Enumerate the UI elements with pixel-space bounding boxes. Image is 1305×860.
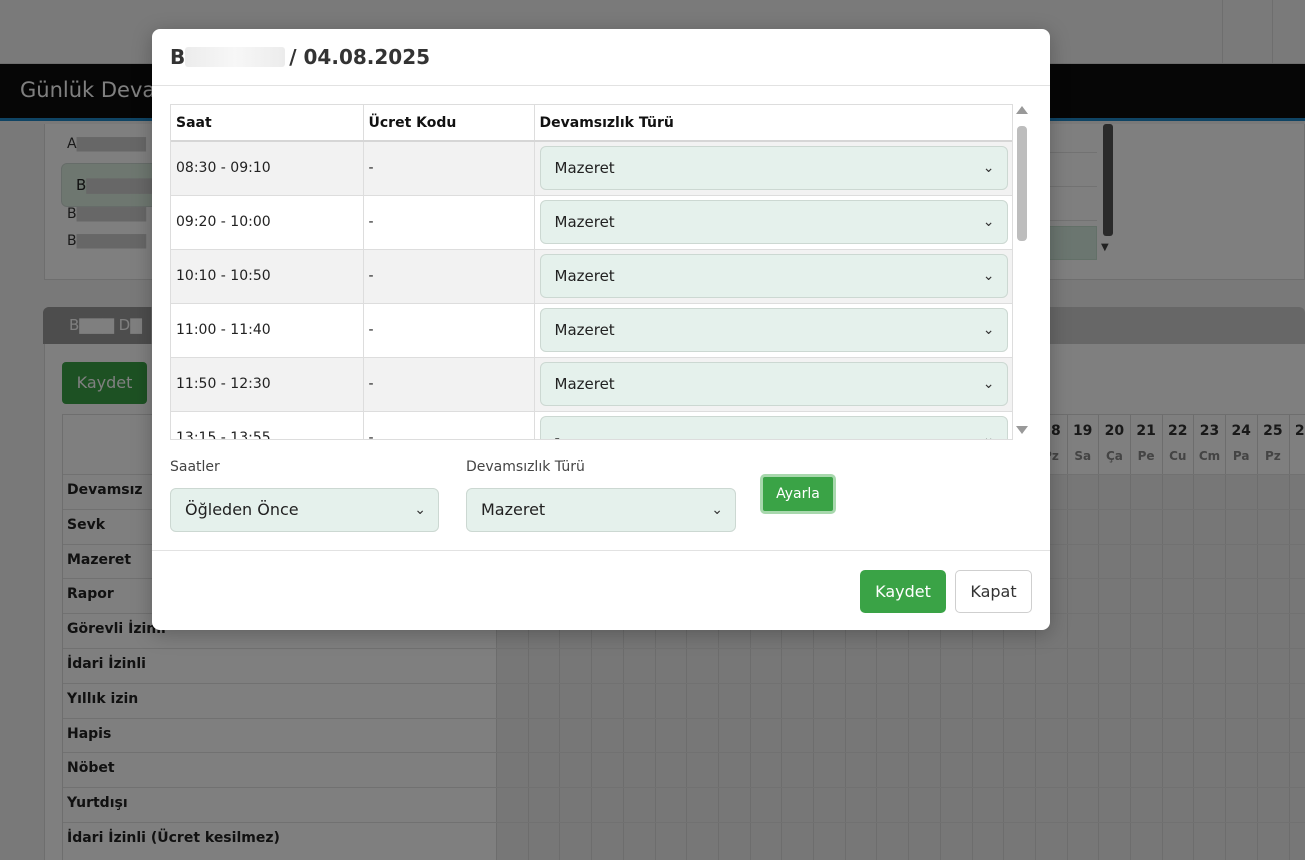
chevron-down-icon: ⌄ [414, 502, 426, 518]
modal-footer: Kaydet Kapat [152, 550, 1050, 630]
saatler-select[interactable]: Öğleden Önce ⌄ [170, 488, 439, 532]
devamsizlik-turu-cell: Mazeret ⌄ [534, 249, 1012, 304]
scroll-down-icon[interactable] [1016, 426, 1028, 434]
chevron-down-icon: ⌄ [982, 376, 995, 392]
modal-header: B/ 04.08.2025 [152, 29, 1050, 86]
saat-cell: 13:15 - 13:55 [171, 411, 364, 439]
ucret-kodu-cell: - [363, 357, 535, 412]
ucret-kodu-cell: - [363, 195, 535, 250]
ucret-kodu-cell: - [363, 303, 535, 358]
column-header-ucret-kodu: Ücret Kodu [363, 105, 535, 142]
devamsizlik-turu-select[interactable]: Mazeret ⌄ [466, 488, 736, 532]
saat-cell: 08:30 - 09:10 [171, 141, 364, 196]
devamsizlik-turu-row-select[interactable]: Mazeret ⌄ [539, 146, 1008, 191]
schedule-table: Saat Ücret Kodu Devamsızlık Türü 08:30 -… [171, 105, 1012, 440]
attendance-modal: B/ 04.08.2025 Saat Ücret Kodu Devamsızlı… [152, 29, 1050, 630]
chevron-down-icon: ⌄ [982, 268, 995, 284]
devamsizlik-turu-row-select[interactable]: Mazeret ⌄ [539, 308, 1008, 352]
scroll-up-icon[interactable] [1016, 106, 1028, 114]
devamsizlik-turu-cell: Mazeret ⌄ [534, 141, 1012, 196]
chevron-down-icon: ⌄ [982, 214, 995, 230]
devamsizlik-turu-label: Devamsızlık Türü [466, 459, 585, 475]
column-header-devamsizlik-turu: Devamsızlık Türü [534, 105, 1012, 142]
redacted-name [185, 47, 286, 67]
devamsizlik-turu-row-select[interactable]: Mazeret ⌄ [539, 200, 1008, 244]
ucret-kodu-cell: - [363, 249, 535, 304]
chevron-down-icon: ⌄ [982, 430, 995, 440]
devamsizlik-turu-row-select[interactable]: Mazeret ⌄ [539, 362, 1008, 406]
table-scrollbar[interactable] [1016, 104, 1028, 440]
modal-title: B/ 04.08.2025 [170, 45, 431, 69]
devamsizlik-turu-cell: Mazeret ⌄ [534, 195, 1012, 250]
table-row: 09:20 - 10:00- Mazeret ⌄ [171, 195, 1012, 250]
save-button[interactable]: Kaydet [860, 570, 946, 613]
devamsizlik-turu-row-select[interactable]: - ⌄ [539, 416, 1008, 440]
saat-cell: 11:00 - 11:40 [171, 303, 364, 358]
table-row: 11:00 - 11:40- Mazeret ⌄ [171, 303, 1012, 358]
table-row: 10:10 - 10:50- Mazeret ⌄ [171, 249, 1012, 304]
saat-cell: 11:50 - 12:30 [171, 357, 364, 412]
chevron-down-icon: ⌄ [711, 502, 723, 518]
devamsizlik-turu-cell: Mazeret ⌄ [534, 303, 1012, 358]
saatler-label: Saatler [170, 459, 220, 475]
devamsizlik-turu-row-select[interactable]: Mazeret ⌄ [539, 254, 1008, 298]
saat-cell: 09:20 - 10:00 [171, 195, 364, 250]
table-row: 11:50 - 12:30- Mazeret ⌄ [171, 357, 1012, 412]
column-header-saat: Saat [171, 105, 364, 142]
scrollbar-thumb[interactable] [1017, 126, 1027, 241]
apply-button[interactable]: Ayarla [760, 474, 836, 514]
saat-cell: 10:10 - 10:50 [171, 249, 364, 304]
devamsizlik-turu-cell: Mazeret ⌄ [534, 357, 1012, 412]
chevron-down-icon: ⌄ [982, 160, 995, 177]
schedule-table-container: Saat Ücret Kodu Devamsızlık Türü 08:30 -… [170, 104, 1013, 440]
chevron-down-icon: ⌄ [982, 322, 995, 338]
ucret-kodu-cell: - [363, 411, 535, 439]
table-row: 08:30 - 09:10- Mazeret ⌄ [171, 141, 1012, 196]
ucret-kodu-cell: - [363, 141, 535, 196]
devamsizlik-turu-cell: - ⌄ [534, 411, 1012, 440]
table-row: 13:15 - 13:55- - ⌄ [171, 411, 1012, 440]
close-button[interactable]: Kapat [955, 570, 1032, 613]
